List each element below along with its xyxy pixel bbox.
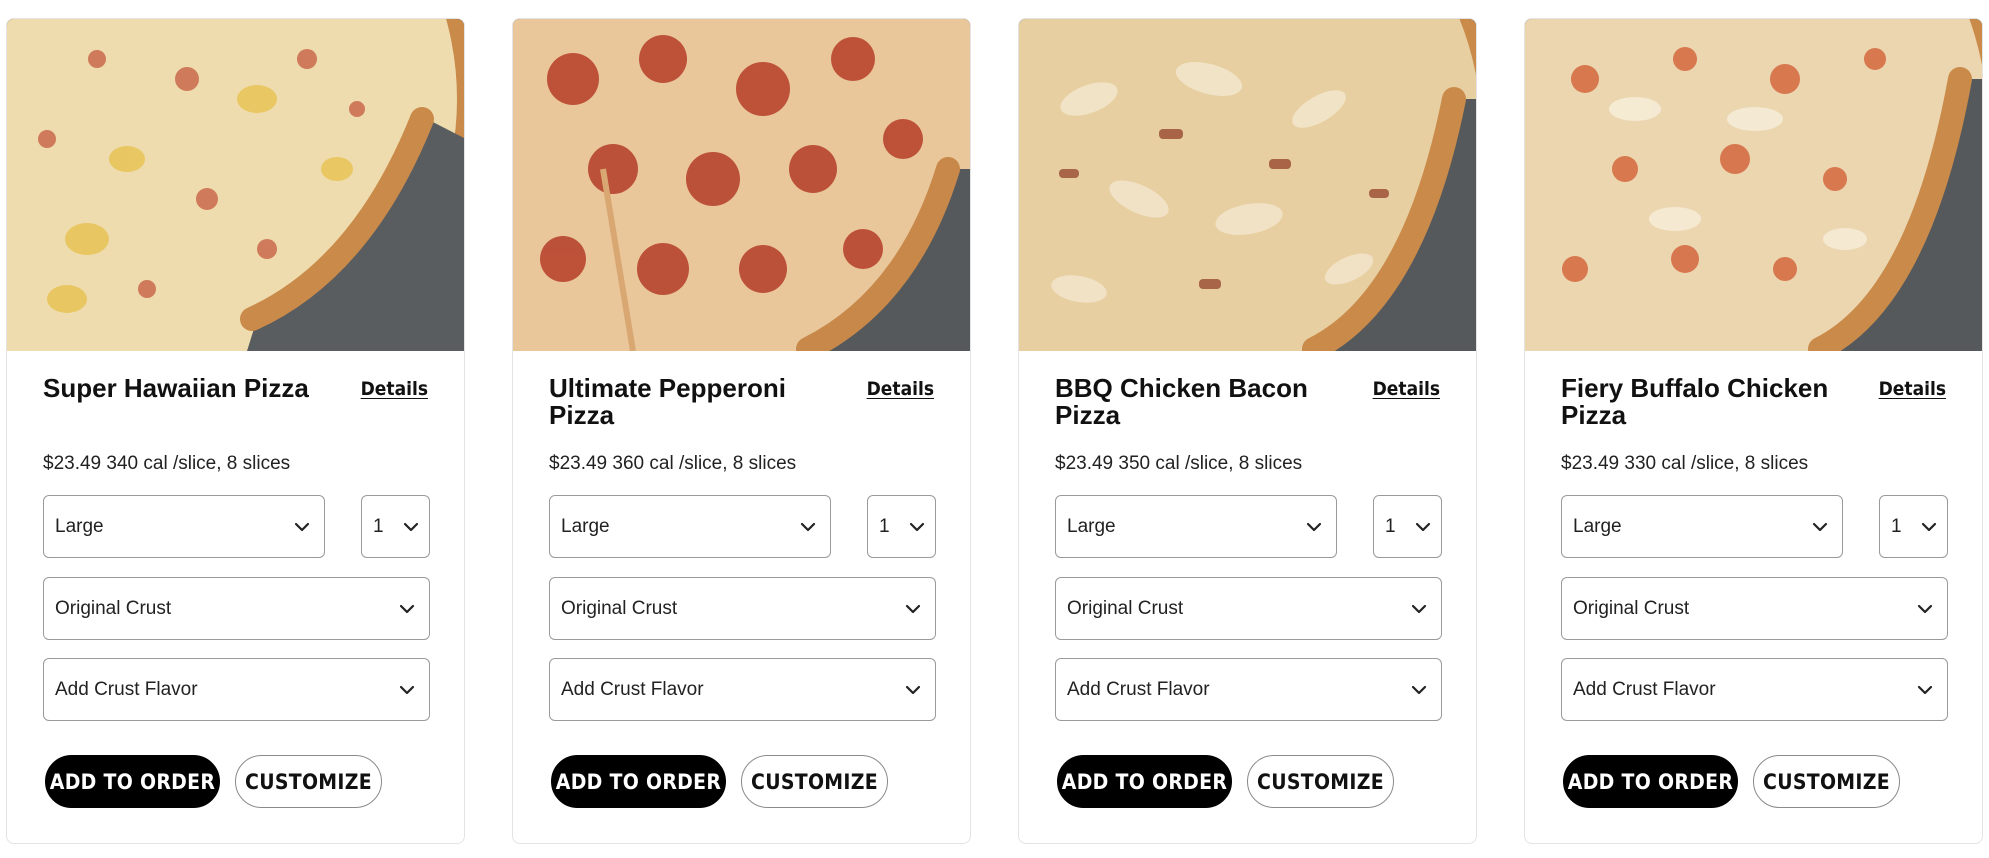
quantity-select[interactable]: 1 xyxy=(361,495,430,558)
crust-flavor-select[interactable]: Add Crust Flavor xyxy=(549,658,936,721)
chevron-down-icon xyxy=(294,522,310,531)
chevron-down-icon xyxy=(1411,685,1427,694)
chevron-down-icon xyxy=(905,685,921,694)
chevron-down-icon xyxy=(1921,522,1937,531)
add-to-order-button[interactable]: ADD TO ORDER xyxy=(1563,755,1738,808)
crust-flavor-value: Add Crust Flavor xyxy=(1573,678,1716,700)
product-title: Ultimate Pepperoni Pizza xyxy=(549,373,786,430)
crust-value: Original Crust xyxy=(561,597,678,619)
chevron-down-icon xyxy=(1812,522,1828,531)
product-grid: Super Hawaiian Pizza Details $23.49 340 … xyxy=(0,0,1989,858)
chevron-down-icon xyxy=(1917,685,1933,694)
quantity-value: 1 xyxy=(373,515,384,537)
customize-button[interactable]: CUSTOMIZE xyxy=(1247,755,1394,808)
crust-select[interactable]: Original Crust xyxy=(549,577,936,640)
quantity-select[interactable]: 1 xyxy=(867,495,936,558)
details-link[interactable]: Details xyxy=(361,378,428,400)
add-to-order-button[interactable]: ADD TO ORDER xyxy=(45,755,220,808)
pizza-image[interactable] xyxy=(1019,19,1476,351)
quantity-value: 1 xyxy=(879,515,890,537)
size-select[interactable]: Large xyxy=(549,495,831,558)
chevron-down-icon xyxy=(1411,604,1427,613)
size-select[interactable]: Large xyxy=(1561,495,1843,558)
crust-flavor-select[interactable]: Add Crust Flavor xyxy=(43,658,430,721)
product-card: BBQ Chicken Bacon Pizza Details $23.49 3… xyxy=(1018,18,1477,844)
chevron-down-icon xyxy=(800,522,816,531)
pizza-image[interactable] xyxy=(7,19,464,351)
product-title: Super Hawaiian Pizza xyxy=(43,373,309,403)
crust-flavor-value: Add Crust Flavor xyxy=(55,678,198,700)
chevron-down-icon xyxy=(403,522,419,531)
crust-flavor-select[interactable]: Add Crust Flavor xyxy=(1055,658,1442,721)
quantity-select[interactable]: 1 xyxy=(1373,495,1442,558)
crust-select[interactable]: Original Crust xyxy=(1055,577,1442,640)
crust-select[interactable]: Original Crust xyxy=(43,577,430,640)
quantity-value: 1 xyxy=(1385,515,1396,537)
size-value: Large xyxy=(1573,515,1622,537)
quantity-select[interactable]: 1 xyxy=(1879,495,1948,558)
product-card: Fiery Buffalo Chicken Pizza Details $23.… xyxy=(1524,18,1983,844)
customize-button[interactable]: CUSTOMIZE xyxy=(235,755,382,808)
crust-value: Original Crust xyxy=(1067,597,1184,619)
size-select[interactable]: Large xyxy=(43,495,325,558)
size-select[interactable]: Large xyxy=(1055,495,1337,558)
price-calories: $23.49 350 cal /slice, 8 slices xyxy=(1055,453,1303,474)
chevron-down-icon xyxy=(1415,522,1431,531)
pizza-image[interactable] xyxy=(1525,19,1982,351)
chevron-down-icon xyxy=(905,604,921,613)
add-to-order-button[interactable]: ADD TO ORDER xyxy=(1057,755,1232,808)
chevron-down-icon xyxy=(1917,604,1933,613)
pizza-image[interactable] xyxy=(513,19,970,351)
price-calories: $23.49 330 cal /slice, 8 slices xyxy=(1561,453,1809,474)
details-link[interactable]: Details xyxy=(1373,378,1440,400)
details-link[interactable]: Details xyxy=(867,378,934,400)
product-card: Ultimate Pepperoni Pizza Details $23.49 … xyxy=(512,18,971,844)
add-to-order-button[interactable]: ADD TO ORDER xyxy=(551,755,726,808)
chevron-down-icon xyxy=(1306,522,1322,531)
size-value: Large xyxy=(1067,515,1116,537)
crust-select[interactable]: Original Crust xyxy=(1561,577,1948,640)
crust-value: Original Crust xyxy=(1573,597,1690,619)
size-value: Large xyxy=(561,515,610,537)
crust-flavor-select[interactable]: Add Crust Flavor xyxy=(1561,658,1948,721)
quantity-value: 1 xyxy=(1891,515,1902,537)
price-calories: $23.49 340 cal /slice, 8 slices xyxy=(43,453,291,474)
price-calories: $23.49 360 cal /slice, 8 slices xyxy=(549,453,797,474)
crust-flavor-value: Add Crust Flavor xyxy=(1067,678,1210,700)
product-title: Fiery Buffalo Chicken Pizza xyxy=(1561,373,1829,430)
details-link[interactable]: Details xyxy=(1879,378,1946,400)
product-title: BBQ Chicken Bacon Pizza xyxy=(1055,373,1308,430)
customize-button[interactable]: CUSTOMIZE xyxy=(741,755,888,808)
customize-button[interactable]: CUSTOMIZE xyxy=(1753,755,1900,808)
chevron-down-icon xyxy=(909,522,925,531)
crust-value: Original Crust xyxy=(55,597,172,619)
chevron-down-icon xyxy=(399,604,415,613)
size-value: Large xyxy=(55,515,104,537)
product-card: Super Hawaiian Pizza Details $23.49 340 … xyxy=(6,18,465,844)
crust-flavor-value: Add Crust Flavor xyxy=(561,678,704,700)
chevron-down-icon xyxy=(399,685,415,694)
